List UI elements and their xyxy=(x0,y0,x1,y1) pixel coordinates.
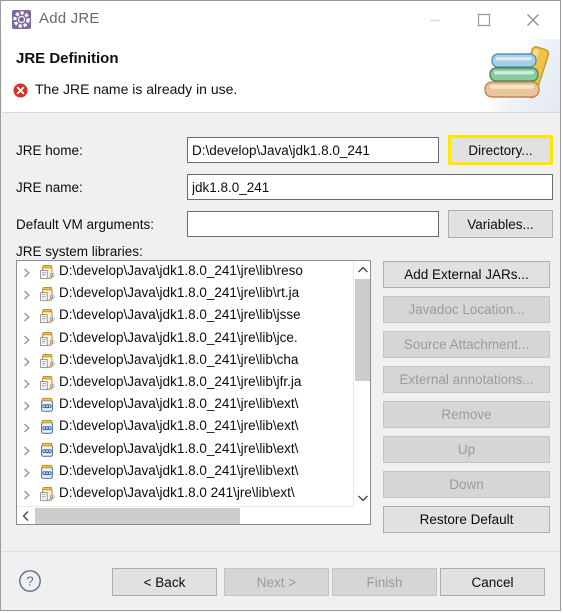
source-attachment-button: Source Attachment... xyxy=(383,331,550,358)
jar-doc-icon: 10 xyxy=(39,375,55,391)
javadoc-location-button: Javadoc Location... xyxy=(383,296,550,323)
library-path-label: D:\develop\Java\jdk1.8.0_241\jre\lib\jss… xyxy=(59,307,301,323)
next-button: Next > xyxy=(224,568,329,596)
jar-doc-icon: 10 xyxy=(39,331,55,347)
chevron-right-icon[interactable] xyxy=(22,377,32,389)
window-title: Add JRE xyxy=(39,10,100,27)
scroll-left-icon[interactable] xyxy=(17,507,34,524)
tree-horizontal-scrollbar[interactable] xyxy=(17,506,370,524)
table-row[interactable]: 10 D:\develop\Java\jdk1.8.0_241\jre\lib\r… xyxy=(17,283,355,305)
title-bar: Add JRE xyxy=(1,1,560,39)
scrollbar-corner xyxy=(353,506,370,524)
scroll-up-icon[interactable] xyxy=(354,261,370,278)
maximize-icon[interactable] xyxy=(461,1,506,39)
chevron-right-icon[interactable] xyxy=(22,333,32,345)
jar-icon xyxy=(39,419,55,435)
add-external-jars-button[interactable]: Add External JARs... xyxy=(383,261,550,288)
table-row[interactable]: 10 D:\develop\Java\jdk1.8.0_241\jre\lib\j… xyxy=(17,328,355,350)
svg-text:10: 10 xyxy=(49,295,55,300)
table-row[interactable]: 10 D:\develop\Java\jdk1.8.0 241\jre\lib\e… xyxy=(17,483,355,505)
table-row[interactable]: 10 D:\develop\Java\jdk1.8.0_241\jre\lib\j… xyxy=(17,305,355,327)
jar-icon xyxy=(39,442,55,458)
vm-arguments-label: Default VM arguments: xyxy=(16,217,155,232)
library-path-label: D:\develop\Java\jdk1.8.0_241\jre\lib\jce… xyxy=(59,329,298,345)
library-path-label: D:\develop\Java\jdk1.8.0_241\jre\lib\rt.… xyxy=(59,285,300,301)
vm-arguments-input[interactable] xyxy=(187,211,439,237)
library-path-label: D:\develop\Java\jdk1.8.0 241\jre\lib\ext… xyxy=(59,484,295,500)
table-row[interactable]: D:\develop\Java\jdk1.8.0_241\jre\lib\ext… xyxy=(17,439,355,461)
books-icon xyxy=(469,39,560,112)
horizontal-scroll-thumb[interactable] xyxy=(35,508,240,524)
chevron-right-icon[interactable] xyxy=(22,488,32,500)
finish-button: Finish xyxy=(332,568,437,596)
svg-text:10: 10 xyxy=(49,494,55,499)
jar-doc-icon: 10 xyxy=(39,353,55,369)
svg-text:10: 10 xyxy=(49,384,55,389)
vertical-scroll-thumb[interactable] xyxy=(355,279,370,381)
library-path-label: D:\develop\Java\jdk1.8.0_241\jre\lib\ext… xyxy=(59,462,299,478)
chevron-right-icon[interactable] xyxy=(22,288,32,300)
error-message: The JRE name is already in use. xyxy=(35,81,238,97)
table-row[interactable]: D:\develop\Java\jdk1.8.0_241\jre\lib\ext… xyxy=(17,394,355,416)
library-path-label: D:\develop\Java\jdk1.8.0_241\jre\lib\ext… xyxy=(59,440,299,456)
library-path-label: D:\develop\Java\jdk1.8.0_241\jre\lib\jfr… xyxy=(59,373,302,389)
up-button: Up xyxy=(383,436,550,463)
table-row[interactable]: 10 D:\develop\Java\jdk1.8.0_241\jre\lib\j… xyxy=(17,372,355,394)
chevron-right-icon[interactable] xyxy=(22,310,32,322)
tree-row-list: 10 D:\develop\Java\jdk1.8.0_241\jre\lib\r… xyxy=(17,261,355,506)
jar-icon xyxy=(39,464,55,480)
jar-doc-icon: 10 xyxy=(39,486,55,502)
svg-text:10: 10 xyxy=(49,273,55,278)
add-jre-dialog: Add JRE JRE Definition The JRE name is a… xyxy=(0,0,561,611)
library-path-label: D:\develop\Java\jdk1.8.0_241\jre\lib\ext… xyxy=(59,396,299,412)
variables-button[interactable]: Variables... xyxy=(448,210,553,238)
table-row[interactable]: 10 D:\develop\Java\jdk1.8.0_241\jre\lib\c… xyxy=(17,350,355,372)
svg-text:10: 10 xyxy=(49,361,55,366)
close-icon[interactable] xyxy=(510,1,555,39)
dialog-footer: ? < Back Next > Finish Cancel xyxy=(2,551,560,609)
svg-text:10: 10 xyxy=(49,317,55,322)
jar-icon xyxy=(39,397,55,413)
directory-button[interactable]: Directory... xyxy=(448,135,553,165)
svg-text:10: 10 xyxy=(49,339,55,344)
restore-default-button[interactable]: Restore Default xyxy=(383,506,550,533)
jar-doc-icon: 10 xyxy=(39,286,55,302)
chevron-right-icon[interactable] xyxy=(22,466,32,478)
chevron-right-icon[interactable] xyxy=(22,421,32,433)
dialog-header: JRE Definition The JRE name is already i… xyxy=(2,39,560,113)
jre-name-label: JRE name: xyxy=(16,180,83,195)
chevron-right-icon[interactable] xyxy=(22,266,32,278)
cancel-button[interactable]: Cancel xyxy=(440,568,545,596)
down-button: Down xyxy=(383,471,550,498)
chevron-right-icon[interactable] xyxy=(22,355,32,367)
svg-text:?: ? xyxy=(26,574,33,589)
jar-doc-icon: 10 xyxy=(39,264,55,280)
jre-name-input[interactable] xyxy=(187,174,553,200)
remove-button: Remove xyxy=(383,401,550,428)
dialog-body: JRE home: Directory... JRE name: Default… xyxy=(2,113,560,553)
page-title: JRE Definition xyxy=(16,50,119,67)
chevron-right-icon[interactable] xyxy=(22,399,32,411)
tree-vertical-scrollbar[interactable] xyxy=(353,261,370,506)
scroll-down-icon[interactable] xyxy=(354,489,370,506)
jre-libraries-tree[interactable]: 10 D:\develop\Java\jdk1.8.0_241\jre\lib\r… xyxy=(16,260,371,525)
library-path-label: D:\develop\Java\jdk1.8.0_241\jre\lib\res… xyxy=(59,263,303,278)
minimize-icon[interactable] xyxy=(412,1,457,39)
help-icon[interactable]: ? xyxy=(18,569,42,593)
library-path-label: D:\develop\Java\jdk1.8.0_241\jre\lib\cha xyxy=(59,351,299,367)
jre-system-libraries-label: JRE system libraries: xyxy=(16,244,143,259)
table-row[interactable]: D:\develop\Java\jdk1.8.0_241\jre\lib\ext… xyxy=(17,461,355,483)
jre-gear-icon xyxy=(12,10,31,29)
external-annotations-button: External annotations... xyxy=(383,366,550,393)
back-button[interactable]: < Back xyxy=(112,568,217,596)
jar-doc-icon: 10 xyxy=(39,308,55,324)
table-row[interactable]: 10 D:\develop\Java\jdk1.8.0_241\jre\lib\r… xyxy=(17,261,355,283)
jre-home-label: JRE home: xyxy=(16,143,83,158)
table-row[interactable]: D:\develop\Java\jdk1.8.0_241\jre\lib\ext… xyxy=(17,416,355,438)
library-path-label: D:\develop\Java\jdk1.8.0_241\jre\lib\ext… xyxy=(59,418,299,434)
chevron-right-icon[interactable] xyxy=(22,444,32,456)
jre-home-input[interactable] xyxy=(187,137,439,163)
error-icon xyxy=(13,83,28,98)
